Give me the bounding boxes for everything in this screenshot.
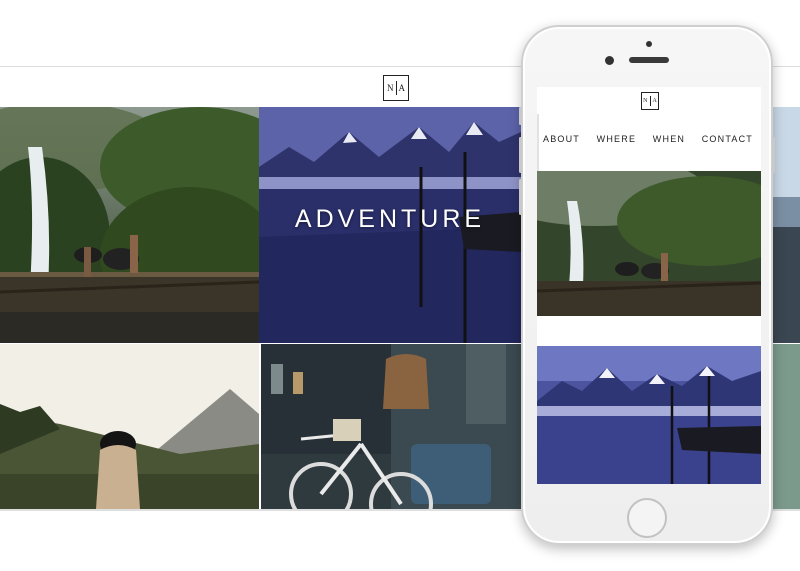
- home-button[interactable]: [627, 498, 667, 538]
- phone-screen: N A ABOUT WHERE WHEN CONTACT: [537, 87, 761, 484]
- nav-where[interactable]: WHERE: [597, 134, 637, 144]
- mobile-waterfall-photo[interactable]: [537, 171, 761, 316]
- nav-when[interactable]: WHEN: [653, 134, 685, 144]
- nav-about[interactable]: ABOUT: [543, 134, 580, 144]
- mute-switch: [519, 107, 522, 125]
- volume-up-button: [519, 137, 522, 173]
- phone-mockup: N A ABOUT WHERE WHEN CONTACT: [519, 25, 775, 545]
- waterfall-photo[interactable]: [0, 107, 259, 343]
- volume-down-button: [519, 179, 522, 215]
- mobile-site-logo[interactable]: N A: [641, 92, 659, 110]
- girl-forest-photo[interactable]: [0, 344, 259, 509]
- earpiece-speaker: [629, 57, 669, 63]
- logo-letter-n: N: [387, 83, 394, 93]
- logo-separator: [649, 96, 651, 106]
- logo-letter-a: A: [398, 83, 406, 93]
- proximity-sensor: [646, 41, 652, 47]
- bicycle-shop-photo[interactable]: [261, 344, 521, 509]
- front-camera-icon: [605, 56, 614, 65]
- site-logo[interactable]: N A: [383, 75, 409, 101]
- logo-separator: [395, 81, 397, 95]
- mobile-nav: ABOUT WHERE WHEN CONTACT: [537, 134, 761, 144]
- power-button: [772, 137, 775, 173]
- logo-letter-a: A: [652, 98, 657, 104]
- partial-photo-right: [772, 107, 800, 343]
- logo-letter-n: N: [643, 98, 648, 104]
- hero-title: ADVENTURE: [294, 205, 486, 233]
- mobile-mountain-lake-photo[interactable]: [537, 346, 761, 484]
- partial-photo-right-lower: [772, 344, 800, 509]
- nav-contact[interactable]: CONTACT: [702, 134, 753, 144]
